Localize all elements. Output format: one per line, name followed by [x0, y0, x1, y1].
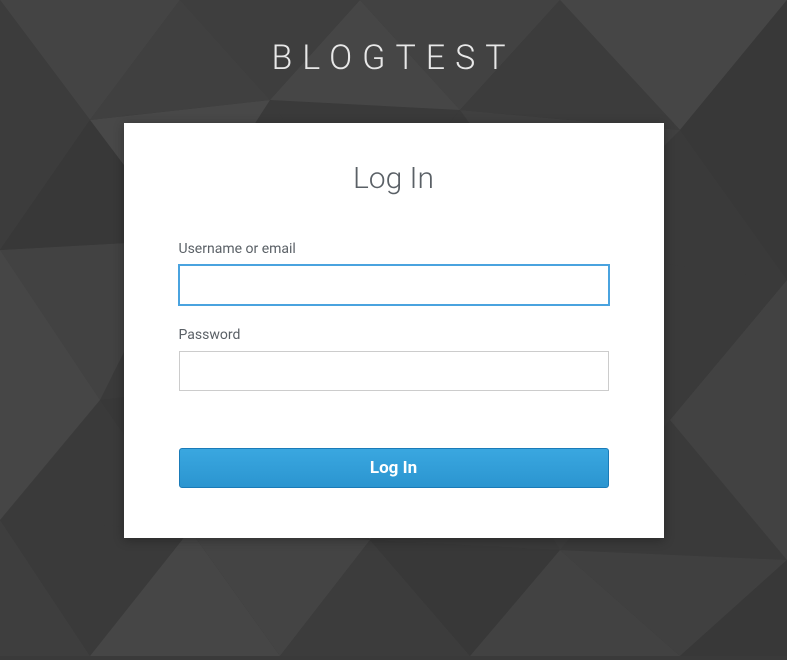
username-field-group: Username or email: [179, 241, 609, 305]
login-heading: Log In: [179, 161, 609, 196]
username-input[interactable]: [179, 265, 609, 305]
password-label: Password: [179, 327, 609, 343]
username-label: Username or email: [179, 241, 609, 257]
login-button[interactable]: Log In: [179, 448, 609, 488]
password-field-group: Password: [179, 327, 609, 391]
site-title: BLOGTEST: [271, 38, 515, 78]
password-input[interactable]: [179, 351, 609, 391]
login-card: Log In Username or email Password Log In: [124, 123, 664, 538]
